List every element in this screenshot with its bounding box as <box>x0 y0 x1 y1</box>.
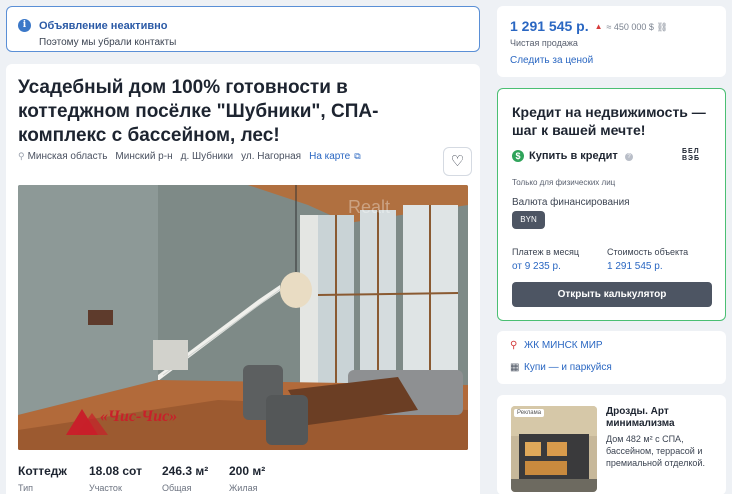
help-icon[interactable]: ? <box>625 153 633 161</box>
stat-plot: 18.08 сот Участок <box>89 464 142 493</box>
individuals-only-note: Только для физических лиц <box>512 178 616 187</box>
location-pin-icon: ⚲ <box>18 151 25 161</box>
photo-watermark: Realt <box>348 197 390 217</box>
stat-type: Коттедж Тип <box>18 464 67 493</box>
credit-title: Кредит на недвижимость — шаг к вашей меч… <box>512 104 706 138</box>
notice-title: Объявление неактивно <box>39 20 168 32</box>
stat-total-area: 246.3 м² Общая <box>162 464 208 493</box>
price-card: 1 291 545 р. ▲ ≈ 450 000 $ ⛓ Чистая прода… <box>497 6 726 77</box>
copy-icon[interactable]: ⧉ <box>354 151 360 161</box>
stat-value: 18.08 сот <box>89 464 142 478</box>
complex-link-label: ЖК МИНСК МИР <box>524 340 603 351</box>
ad-title[interactable]: Дрозды. Арт минимализма <box>606 406 721 430</box>
address-region[interactable]: Минская область <box>28 151 108 162</box>
monthly-payment-label: Платеж в месяц <box>512 247 579 257</box>
buy-on-credit-label: Купить в кредит <box>529 150 618 162</box>
on-map-link[interactable]: На карте <box>309 151 350 162</box>
listing-photo[interactable]: Realt «Чис-Чис» <box>18 185 468 450</box>
dollar-icon: $ <box>512 150 524 162</box>
price-line: 1 291 545 р. ▲ ≈ 450 000 $ ⛓ <box>510 18 668 34</box>
object-cost-value: 1 291 545 р. <box>607 261 663 272</box>
ad-text: Дом 482 м² с СПА, бассейном, террасой и … <box>606 434 705 468</box>
price-up-icon: ▲ <box>594 22 603 31</box>
open-calculator-button[interactable]: Открыть калькулятор <box>512 282 712 307</box>
info-icon: i <box>18 19 31 32</box>
listing-title: Усадебный дом 100% готовности в коттеджн… <box>18 77 379 146</box>
credit-card: Кредит на недвижимость — шаг к вашей меч… <box>497 88 726 321</box>
inactive-notice: i Объявление неактивно Поэтому мы убрали… <box>6 6 480 52</box>
agency-logo-text: «Чис-Чис» <box>100 408 177 425</box>
location-pin-icon: ⚲ <box>510 340 518 351</box>
stat-label: Общая <box>162 483 192 493</box>
ad-image[interactable] <box>511 406 597 492</box>
ad-card[interactable]: Реклама Дрозды. Арт минимализма Дом 482 … <box>497 395 726 494</box>
bank-logo: БЕЛ ВЭБ <box>682 148 701 162</box>
price-usd: ≈ 450 000 $ <box>606 22 654 32</box>
currency-label: Валюта финансирования <box>512 197 630 208</box>
stat-value: 200 м² <box>229 464 266 478</box>
notice-subtitle: Поэтому мы убрали контакты <box>39 37 177 48</box>
related-links: ⚲ ЖК МИНСК МИР ▦ Купи — и паркуйся <box>497 331 726 384</box>
house-photo-illustration <box>511 406 597 492</box>
heart-icon: ♡ <box>450 153 465 170</box>
stat-label: Жилая <box>229 483 258 493</box>
listing-card: Усадебный дом 100% готовности в коттеджн… <box>6 64 480 494</box>
link-icon[interactable]: ⛓ <box>654 22 667 32</box>
address-village[interactable]: д. Шубники <box>181 151 233 162</box>
stat-value: Коттедж <box>18 464 67 478</box>
address-district[interactable]: Минский р-н <box>115 151 172 162</box>
address-street[interactable]: ул. Нагорная <box>241 151 301 162</box>
stat-label: Участок <box>89 483 122 493</box>
monthly-payment-value: от 9 235 р. <box>512 261 561 272</box>
follow-price-link[interactable]: Следить за ценой <box>510 55 593 66</box>
building-icon: ▦ <box>510 362 520 373</box>
favorite-button[interactable]: ♡ <box>443 147 472 176</box>
parking-link-label: Купи — и паркуйся <box>524 362 612 373</box>
ad-badge: Реклама <box>514 409 545 417</box>
price-byn: 1 291 545 р. <box>510 18 589 34</box>
stat-label: Тип <box>18 483 34 493</box>
address-line: ⚲ Минская область Минский р-н д. Шубники ул.… <box>18 151 369 162</box>
complex-link[interactable]: ⚲ ЖК МИНСК МИР <box>510 340 603 351</box>
stat-value: 246.3 м² <box>162 464 209 478</box>
currency-byn-button[interactable]: BYN <box>512 211 545 229</box>
sale-type: Чистая продажа <box>510 38 578 48</box>
parking-link[interactable]: ▦ Купи — и паркуйся <box>510 362 612 373</box>
interior-photo-illustration: Realt «Чис-Чис» <box>18 185 468 450</box>
stat-living-area: 200 м² Жилая <box>229 464 265 493</box>
object-cost-label: Стоимость объекта <box>607 247 689 257</box>
